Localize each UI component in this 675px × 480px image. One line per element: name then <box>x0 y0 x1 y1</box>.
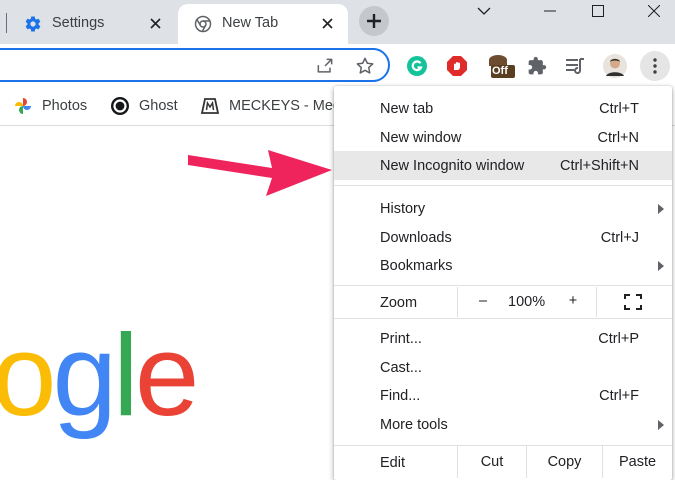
bookmark-ghost[interactable]: Ghost <box>110 95 178 117</box>
menu-item-label: History <box>380 201 426 217</box>
tab-settings[interactable]: Settings <box>8 4 176 44</box>
menu-item-print[interactable]: Print... Ctrl+P <box>334 324 672 353</box>
address-bar[interactable] <box>0 48 390 82</box>
submenu-arrow-icon <box>658 261 664 271</box>
menu-item-cast[interactable]: Cast... <box>334 353 672 382</box>
minimize-button[interactable] <box>530 0 570 22</box>
logo-letter: l <box>113 310 139 440</box>
fullscreen-icon[interactable] <box>624 294 642 310</box>
menu-item-label: New window <box>380 130 462 146</box>
google-logo: ogle <box>0 310 199 440</box>
chrome-menu-button[interactable] <box>640 51 670 81</box>
menu-item-label: Find... <box>380 388 421 404</box>
grammarly-icon[interactable] <box>404 53 430 79</box>
shortcut-label: Ctrl+T <box>599 101 639 117</box>
shortcut-label: Ctrl+N <box>597 130 640 146</box>
menu-item-label: Cast... <box>380 360 422 376</box>
extensions-puzzle-icon[interactable] <box>524 53 550 79</box>
menu-item-new-incognito-window[interactable]: New Incognito window Ctrl+Shift+N <box>334 151 672 180</box>
offline-extension-icon[interactable]: Off <box>484 53 518 79</box>
tab-strip: Settings New Tab <box>0 0 675 44</box>
logo-letter: g <box>52 310 117 440</box>
close-icon <box>648 5 660 17</box>
tab-title: Settings <box>52 15 105 31</box>
logo-letter: e <box>134 310 199 440</box>
tab-new-tab[interactable]: New Tab <box>178 4 348 44</box>
submenu-arrow-icon <box>658 204 664 214</box>
menu-zoom-row: Zoom – 100% + <box>334 287 672 317</box>
ghost-icon <box>110 96 130 116</box>
menu-divider <box>334 318 672 319</box>
chrome-main-menu: New tab Ctrl+T New window Ctrl+N New Inc… <box>334 86 672 480</box>
kebab-menu-icon <box>653 58 657 74</box>
menu-item-label: Print... <box>380 331 422 347</box>
new-tab-button[interactable] <box>359 6 389 36</box>
paste-button[interactable]: Paste <box>602 446 672 478</box>
submenu-arrow-icon <box>658 420 664 430</box>
chevron-down-icon <box>477 7 491 15</box>
bookmark-photos[interactable]: Photos <box>13 95 87 117</box>
menu-item-bookmarks[interactable]: Bookmarks <box>334 251 672 280</box>
menu-item-new-tab[interactable]: New tab Ctrl+T <box>334 94 672 123</box>
logo-letter: o <box>0 310 56 440</box>
media-control-icon[interactable] <box>562 53 588 79</box>
settings-gear-icon <box>24 15 42 33</box>
close-icon[interactable] <box>318 14 336 32</box>
shortcut-label: Ctrl+Shift+N <box>560 158 639 174</box>
menu-divider <box>334 185 672 186</box>
shortcut-label: Ctrl+P <box>598 331 639 347</box>
adblock-icon[interactable] <box>444 53 470 79</box>
maximize-icon <box>592 5 604 17</box>
zoom-level: 100% <box>508 294 546 310</box>
zoom-in-button[interactable]: + <box>566 293 580 309</box>
tab-search-button[interactable] <box>464 0 504 22</box>
plus-icon <box>367 14 381 28</box>
close-icon[interactable] <box>146 14 164 32</box>
menu-item-label: New Incognito window <box>380 158 525 174</box>
toolbar: Off <box>0 44 675 86</box>
copy-button[interactable]: Copy <box>526 446 602 478</box>
tab-separator <box>6 13 7 33</box>
menu-item-label: Downloads <box>380 230 452 246</box>
menu-divider <box>334 285 672 286</box>
annotation-arrow <box>188 150 332 196</box>
menu-item-label: New tab <box>380 101 434 117</box>
menu-item-downloads[interactable]: Downloads Ctrl+J <box>334 223 672 252</box>
bookmark-star-icon[interactable] <box>354 55 376 77</box>
google-photos-icon <box>13 96 33 116</box>
chrome-icon <box>194 15 212 33</box>
bookmark-label: Ghost <box>139 98 178 114</box>
menu-item-find[interactable]: Find... Ctrl+F <box>334 381 672 410</box>
menu-item-history[interactable]: History <box>334 194 672 223</box>
bookmark-meckeys[interactable]: MECKEYS - Mec <box>200 95 340 117</box>
offline-badge: Off <box>492 65 508 77</box>
menu-edit-row: Edit Cut Copy Paste <box>334 446 672 478</box>
edit-label: Edit <box>380 455 405 471</box>
zoom-out-button[interactable]: – <box>476 293 490 309</box>
share-icon[interactable] <box>314 55 336 77</box>
minimize-icon <box>544 10 556 12</box>
profile-avatar[interactable] <box>602 53 628 79</box>
menu-item-new-window[interactable]: New window Ctrl+N <box>334 123 672 152</box>
shortcut-label: Ctrl+J <box>600 230 639 246</box>
menu-item-more-tools[interactable]: More tools <box>334 410 672 439</box>
zoom-controls: – 100% + <box>457 287 597 317</box>
bookmark-label: Photos <box>42 98 88 114</box>
menu-item-label: More tools <box>380 417 448 433</box>
cut-button[interactable]: Cut <box>457 446 526 478</box>
menu-item-label: Bookmarks <box>380 258 453 274</box>
shortcut-label: Ctrl+F <box>599 388 639 404</box>
meckeys-icon <box>200 96 220 116</box>
bookmark-label: MECKEYS - Mec <box>229 98 341 114</box>
close-window-button[interactable] <box>634 0 674 22</box>
tab-title: New Tab <box>222 15 279 31</box>
zoom-label: Zoom <box>380 295 418 311</box>
maximize-button[interactable] <box>578 0 618 22</box>
